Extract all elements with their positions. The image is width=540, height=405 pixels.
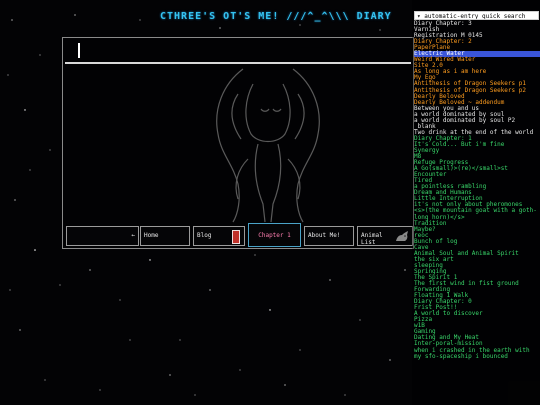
blog-badge-icon	[232, 230, 240, 244]
search-placeholder: automatic-entry quick search	[424, 13, 526, 20]
animal-list-button[interactable]: Animal List	[357, 226, 413, 246]
entry-list: Diary Chapter: 3 Varnish Registration M 01…	[414, 20, 540, 360]
character-line-art	[216, 68, 320, 223]
animal-list-label: Animal List	[361, 232, 383, 246]
animal-icon	[396, 231, 408, 241]
entry-header-bar	[65, 40, 411, 64]
navigation-bar: ← Home Blog Chapter 1 About Me! Animal L…	[64, 223, 413, 248]
entry-sidebar: ▾ automatic-entry quick search Diary Cha…	[412, 0, 540, 405]
quick-search-input[interactable]: ▾ automatic-entry quick search	[414, 11, 539, 20]
blog-button[interactable]: Blog	[193, 226, 245, 246]
about-me-button[interactable]: About Me!	[304, 226, 354, 246]
back-button[interactable]: ←	[66, 226, 139, 246]
home-button[interactable]: Home	[140, 226, 190, 246]
content-panel	[62, 37, 414, 249]
entry-link[interactable]: <s>(the mountain goat with a goth-long h…	[414, 208, 540, 220]
page-title: CTHREE'S OT'S ME! ///^_^\\\ DIARY	[160, 11, 392, 22]
blog-button-label: Blog	[197, 232, 212, 239]
entry-link[interactable]: my sfo-spaceship i bounced	[414, 353, 540, 360]
text-cursor	[78, 43, 80, 58]
chapter-1-button[interactable]: Chapter 1	[248, 223, 301, 247]
